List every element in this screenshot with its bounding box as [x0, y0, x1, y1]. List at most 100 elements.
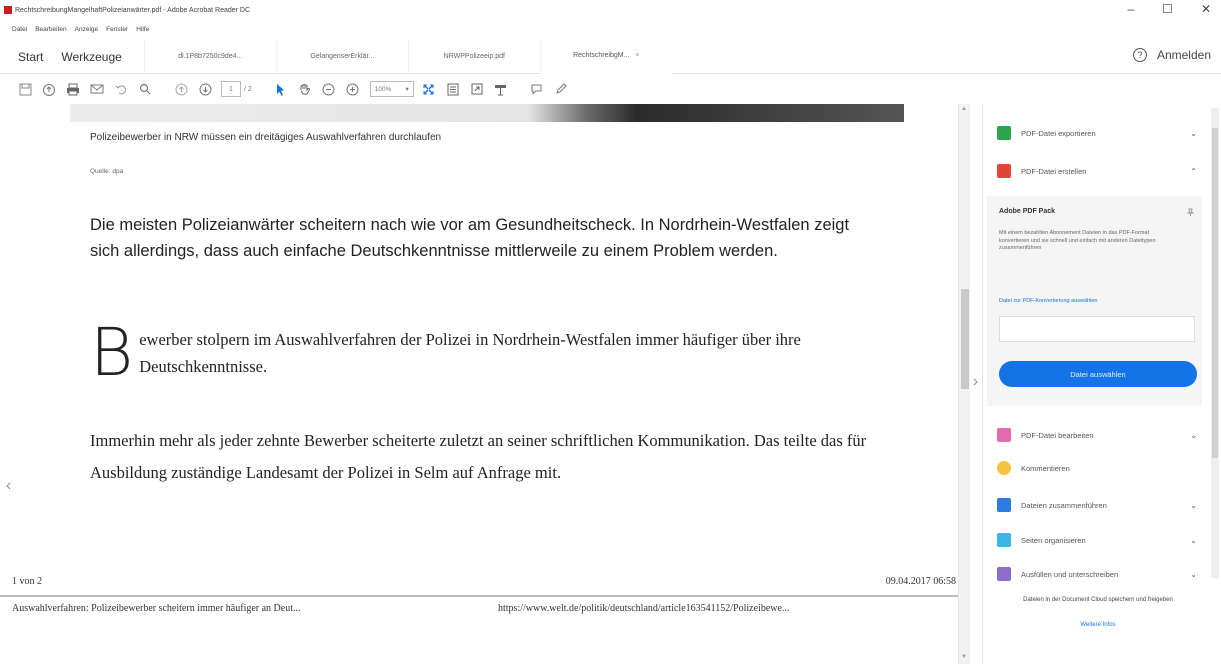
tab-bar-right: ? Anmelden [1132, 48, 1211, 62]
photo-caption: Polizeibewerber in NRW müssen ein dreitä… [90, 132, 442, 143]
upload-cloud-icon[interactable] [38, 79, 60, 99]
title-bar: RechtschreibungMangelhaftPolizeianwärter… [0, 0, 1221, 20]
window-title: RechtschreibungMangelhaftPolizeianwärter… [15, 6, 251, 14]
fill-sign-icon [997, 567, 1011, 581]
menu-bar: Datei Bearbeiten Anzeige Fenster Hilfe [0, 22, 149, 36]
mail-icon[interactable] [86, 79, 108, 99]
file-drop-field[interactable] [999, 316, 1195, 342]
tool-label: PDF-Datei erstellen [1021, 166, 1087, 176]
article-paragraph: B ewerber stolpern im Auswahlverfahren d… [90, 314, 880, 391]
tool-fill-sign[interactable]: Ausfüllen und unterschreiben ⌄ [997, 565, 1197, 583]
scrollbar-thumb[interactable] [1212, 128, 1218, 458]
tool-export-pdf[interactable]: PDF-Datei exportieren ⌄ [997, 124, 1197, 142]
maximize-button[interactable]: ☐ [1162, 2, 1173, 16]
scroll-down-icon[interactable]: ▼ [961, 654, 967, 660]
tools-pane: PDF-Datei exportieren ⌄ PDF-Datei erstel… [982, 104, 1221, 664]
acrobat-logo-icon [4, 6, 12, 14]
close-tab-icon[interactable]: × [635, 52, 639, 59]
document-tab-label: GelangenserErklär... [310, 53, 375, 60]
tool-label: PDF-Datei exportieren [1021, 128, 1096, 138]
document-tab[interactable]: GelangenserErklär... [275, 39, 408, 74]
minimize-button[interactable]: – [1127, 2, 1134, 16]
print-icon[interactable] [62, 79, 84, 99]
read-mode-icon[interactable] [490, 79, 512, 99]
drop-cap: B [90, 314, 134, 391]
chevron-down-icon: ⌄ [1190, 535, 1197, 545]
scroll-mode-icon[interactable] [442, 79, 464, 99]
page-up-icon[interactable] [170, 79, 192, 99]
tool-label: Seiten organisieren [1021, 535, 1086, 545]
chevron-up-icon: ⌃ [1190, 166, 1197, 176]
tool-comment[interactable]: Kommentieren [997, 459, 1197, 477]
pdf-pack-description: Mit einem bezahlten Abonnement Dateien i… [999, 230, 1156, 251]
zoom-in-icon[interactable] [342, 79, 364, 99]
article-paragraph: Immerhin mehr als jeder zehnte Bewerber … [90, 431, 867, 482]
tab-home[interactable]: Start [0, 50, 53, 64]
close-window-button[interactable]: ✕ [1201, 2, 1211, 16]
menu-view[interactable]: Anzeige [75, 26, 99, 33]
chevron-down-icon: ▾ [405, 86, 409, 93]
pin-icon[interactable] [1186, 208, 1195, 218]
scroll-up-icon[interactable]: ▲ [961, 106, 967, 112]
document-tab[interactable]: dl.1P8b7250c9de4... [143, 39, 276, 74]
menu-edit[interactable]: Bearbeiten [35, 26, 66, 33]
save-icon[interactable] [14, 79, 36, 99]
search-icon[interactable] [134, 79, 156, 99]
tab-bar: Start Werkzeuge dl.1P8b7250c9de4... Gela… [0, 39, 1221, 74]
zoom-out-icon[interactable] [318, 79, 340, 99]
document-tab-label: NRWPPolizeeip.pdf [443, 53, 505, 60]
page-down-icon[interactable] [194, 79, 216, 99]
article-photo [70, 104, 904, 122]
photo-source: Quelle: dpa [90, 168, 124, 175]
select-file-button[interactable]: Datei auswählen [999, 361, 1197, 387]
chevron-down-icon: ⌄ [1190, 430, 1197, 440]
select-file-link[interactable]: Datei zur PDF-Konvertierung auswählen [999, 298, 1097, 304]
tool-edit-pdf[interactable]: PDF-Datei bearbeiten ⌄ [997, 426, 1197, 444]
hand-tool-icon[interactable] [294, 79, 316, 99]
document-cloud-text: Dateien in der Document Cloud speichern … [1023, 597, 1173, 603]
collapse-left-icon[interactable] [6, 482, 11, 492]
create-pdf-icon [997, 164, 1011, 178]
menu-file[interactable]: Datei [12, 26, 27, 33]
page-total: / 2 [244, 85, 252, 93]
chevron-down-icon: ⌄ [1190, 500, 1197, 510]
chevron-down-icon: ⌄ [1190, 569, 1197, 579]
pen-icon[interactable] [550, 79, 572, 99]
article-lead: Die meisten Polizeianwärter scheitern na… [90, 216, 850, 260]
window-controls: – ☐ ✕ [1127, 2, 1211, 16]
tools-pane-scrollbar[interactable] [1211, 108, 1219, 578]
toolbar: 1 / 2 100% ▾ [0, 75, 1221, 103]
tool-label: Kommentieren [1021, 463, 1070, 473]
select-cursor-icon[interactable] [270, 79, 292, 99]
scrollbar-thumb[interactable] [961, 289, 969, 389]
document-tab-label: dl.1P8b7250c9de4... [178, 53, 243, 60]
document-viewer[interactable]: Polizeibewerber in NRW müssen ein dreitä… [0, 104, 958, 664]
export-pdf-icon [997, 126, 1011, 140]
undo-icon[interactable] [110, 79, 132, 99]
page-number-input[interactable]: 1 [221, 81, 241, 97]
comment-tool-icon [997, 461, 1011, 475]
fit-page-icon[interactable] [418, 79, 440, 99]
document-tab[interactable]: NRWPPolizeeip.pdf [407, 39, 540, 74]
zoom-select[interactable]: 100% ▾ [369, 81, 414, 97]
tool-label: Ausfüllen und unterschreiben [1021, 569, 1119, 579]
menu-window[interactable]: Fenster [106, 26, 128, 33]
print-footer-date: 09.04.2017 06:58 [885, 576, 956, 587]
tool-combine-files[interactable]: Dateien zusammenführen ⌄ [997, 496, 1197, 514]
chevron-down-icon: ⌄ [1190, 128, 1197, 138]
tab-tools[interactable]: Werkzeuge [53, 50, 143, 64]
menu-help[interactable]: Hilfe [136, 26, 149, 33]
pane-toggle-icon[interactable] [973, 378, 978, 388]
tool-organize-pages[interactable]: Seiten organisieren ⌄ [997, 531, 1197, 549]
paragraph-text: ewerber stolpern im Auswahlverfahren der… [139, 330, 801, 376]
tool-create-pdf[interactable]: PDF-Datei erstellen ⌃ [997, 162, 1197, 180]
more-info-link[interactable]: Weitere Infos [993, 622, 1203, 628]
document-scrollbar[interactable]: ▲ ▼ [958, 104, 970, 664]
comment-icon[interactable] [526, 79, 548, 99]
full-screen-icon[interactable] [466, 79, 488, 99]
combine-files-icon [997, 498, 1011, 512]
help-icon[interactable]: ? [1132, 48, 1147, 62]
print-header-title: Auswahlverfahren: Polizeibewerber scheit… [12, 603, 301, 614]
signin-link[interactable]: Anmelden [1157, 48, 1211, 62]
document-tab-active[interactable]: RechtschreibgM... × [539, 39, 672, 74]
